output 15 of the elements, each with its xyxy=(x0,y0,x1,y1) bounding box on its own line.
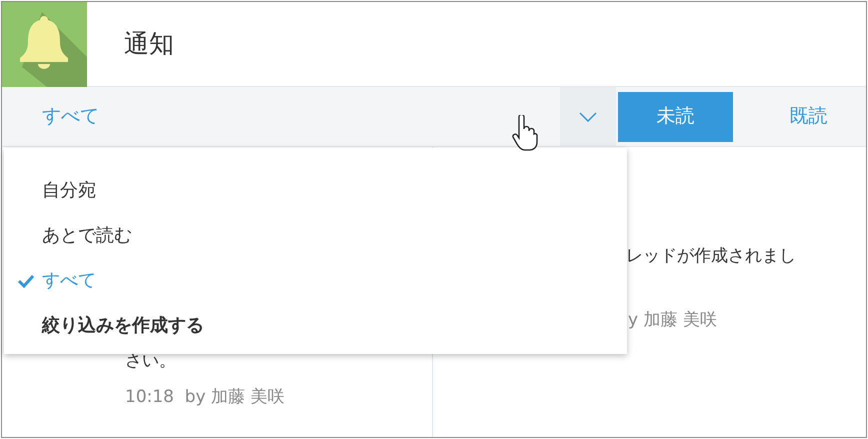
read-filter-button[interactable]: 未読 xyxy=(618,92,733,142)
menu-item[interactable]: あとで読む xyxy=(4,213,627,258)
bell-icon xyxy=(2,2,87,86)
checkmark-icon xyxy=(18,274,34,288)
message-meta: 10:18 by 加藤 美咲 xyxy=(125,386,286,408)
dropdown-toggle[interactable] xyxy=(560,87,616,146)
menu-item[interactable]: すべて xyxy=(4,258,627,303)
chevron-down-icon xyxy=(579,112,598,122)
menu-item[interactable]: 自分宛 xyxy=(4,168,627,213)
menu-item[interactable]: 絞り込みを作成する xyxy=(4,303,627,348)
message-text: レッドが作成されまし xyxy=(626,245,797,268)
page-title: 通知 xyxy=(124,28,174,60)
message-text: さい。 xyxy=(125,350,177,373)
message-meta: y 加藤 美咲 xyxy=(628,308,718,332)
read-filter-button[interactable]: 既読 xyxy=(751,92,866,142)
